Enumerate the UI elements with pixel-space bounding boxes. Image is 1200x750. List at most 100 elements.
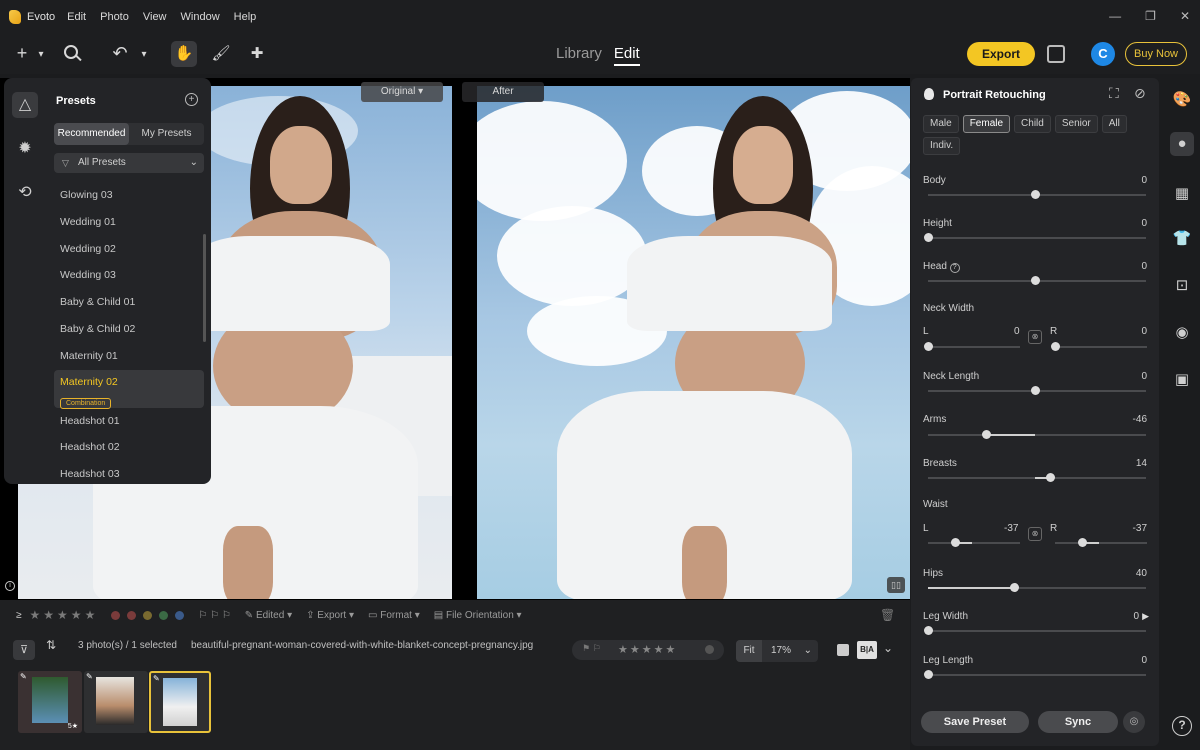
head-slider[interactable]	[928, 276, 1146, 285]
preset-item-wedding-03[interactable]: Wedding 03	[54, 262, 204, 289]
brush-icon[interactable]: 🖌	[211, 43, 231, 65]
share-icon[interactable]	[1047, 45, 1065, 63]
preset-item-headshot-01[interactable]: Headshot 01	[54, 408, 204, 435]
preset-item-headshot-02[interactable]: Headshot 02	[54, 434, 204, 461]
preset-item-baby-child-02[interactable]: Baby & Child 02	[54, 316, 204, 343]
history-clock-icon[interactable]: ⟲	[12, 180, 38, 206]
preset-item-maternity-01[interactable]: Maternity 01	[54, 343, 204, 370]
color-dot-icon[interactable]	[705, 645, 714, 654]
chip-child[interactable]: Child	[1014, 115, 1051, 133]
export-filter-dropdown[interactable]: ⇪ Export ▾	[306, 610, 354, 621]
chip-female[interactable]: Female	[962, 115, 1011, 133]
add-icon[interactable]: +	[12, 42, 32, 64]
hips-slider-knob[interactable]	[1010, 583, 1019, 592]
adjust-sun-icon[interactable]: ✹	[12, 136, 38, 162]
chip-senior[interactable]: Senior	[1054, 115, 1098, 133]
tab-edit[interactable]: Edit	[613, 45, 640, 66]
menu-view[interactable]: View	[143, 11, 167, 23]
height-slider-knob[interactable]	[924, 233, 933, 242]
buy-now-button[interactable]: Buy Now	[1125, 42, 1187, 66]
waist-l-knob[interactable]	[951, 538, 960, 547]
help-icon[interactable]: ?	[1172, 716, 1192, 736]
preset-item-wedding-01[interactable]: Wedding 01	[54, 209, 204, 236]
rating-filter-icon[interactable]: ≥	[16, 610, 22, 621]
compare-book-icon[interactable]: ▯▯	[887, 577, 905, 593]
height-slider[interactable]	[924, 233, 1146, 242]
palette-icon[interactable]: 🎨	[1172, 90, 1192, 110]
neck-width-l-knob[interactable]	[924, 342, 933, 351]
fit-button[interactable]: Fit	[736, 640, 762, 662]
after-photo[interactable]	[477, 86, 910, 599]
flag-icons[interactable]: ⚐ ⚐ ⚐	[198, 610, 230, 621]
watermark-icon[interactable]: ▣	[1172, 370, 1192, 390]
menu-help[interactable]: Help	[234, 11, 257, 23]
menu-edit[interactable]: Edit	[67, 11, 86, 23]
star-icon[interactable]: ★	[57, 608, 68, 622]
clothing-icon[interactable]: 👕	[1172, 229, 1192, 249]
flag-icons[interactable]: ⚑ ⚐	[582, 643, 601, 654]
leg-width-knob[interactable]	[924, 626, 933, 635]
star-icon[interactable]: ★	[71, 608, 82, 622]
minimize-button[interactable]: —	[1109, 9, 1121, 23]
hips-slider[interactable]	[928, 583, 1146, 592]
star-icon[interactable]: ★	[85, 608, 96, 622]
avatar[interactable]: C	[1091, 42, 1115, 66]
neck-width-l-slider[interactable]	[924, 342, 1020, 351]
color-label-red[interactable]	[111, 610, 121, 620]
sync-button[interactable]: Sync	[1038, 711, 1118, 733]
thumbnail-1[interactable]: ✎ 5★	[18, 671, 82, 733]
add-preset-icon[interactable]: +	[185, 93, 198, 106]
chip-male[interactable]: Male	[923, 115, 959, 133]
filter-icon[interactable]: ⊽	[13, 640, 35, 660]
preset-item-maternity-02[interactable]: Maternity 02 Combination	[54, 369, 204, 409]
format-filter-dropdown[interactable]: ▭ Format ▾	[368, 610, 420, 621]
edited-filter-dropdown[interactable]: ✎ Edited ▾	[245, 610, 292, 621]
help-circle-icon[interactable]: ?	[949, 263, 960, 273]
bandage-icon[interactable]: ✚	[247, 43, 267, 65]
quick-stars[interactable]: ★★★★★	[618, 643, 677, 656]
preset-filter-dropdown[interactable]: ▽ All Presets ⌄	[54, 153, 204, 173]
waist-r-knob[interactable]	[1078, 538, 1087, 547]
background-grid-icon[interactable]: ▦	[1172, 184, 1192, 204]
menu-photo[interactable]: Photo	[100, 11, 129, 23]
tab-library[interactable]: Library	[556, 45, 602, 66]
color-label-red-2[interactable]	[127, 610, 137, 620]
maximize-button[interactable]: ❐	[1145, 9, 1156, 23]
neck-length-knob[interactable]	[1031, 386, 1040, 395]
zoom-level[interactable]: 17%	[771, 640, 791, 662]
sync-settings-icon[interactable]: ◎	[1123, 711, 1145, 733]
neck-length-slider[interactable]	[928, 386, 1146, 395]
neck-width-r-slider[interactable]	[1051, 342, 1147, 351]
preset-item-baby-child-01[interactable]: Baby & Child 01	[54, 289, 204, 316]
crop-icon[interactable]: ⊡	[1172, 276, 1192, 296]
preset-list-scrollbar[interactable]	[203, 234, 206, 342]
star-icon[interactable]: ★	[30, 608, 41, 622]
close-button[interactable]: ✕	[1180, 9, 1190, 23]
leg-length-slider[interactable]	[924, 670, 1146, 679]
leg-width-slider[interactable]	[924, 626, 1146, 635]
breasts-slider[interactable]	[928, 473, 1146, 482]
preset-item-glowing-03[interactable]: Glowing 03	[54, 182, 204, 209]
waist-link-icon[interactable]: ⊗	[1028, 527, 1042, 541]
before-after-icon[interactable]: B|A	[857, 641, 877, 659]
body-slider[interactable]	[928, 190, 1146, 199]
trash-icon[interactable]: 🗑	[880, 608, 895, 622]
info-icon[interactable]: i	[5, 581, 15, 591]
head-slider-knob[interactable]	[1031, 276, 1040, 285]
tab-my-presets[interactable]: My Presets	[129, 123, 204, 145]
preset-item-wedding-02[interactable]: Wedding 02	[54, 236, 204, 263]
chevron-down-icon[interactable]: ⌄	[804, 640, 812, 662]
chevron-down-icon[interactable]: ▾	[35, 44, 47, 66]
preset-item-headshot-03[interactable]: Headshot 03	[54, 461, 204, 484]
waist-r-slider[interactable]	[1055, 538, 1147, 547]
single-view-icon[interactable]	[837, 644, 849, 656]
color-label-green[interactable]	[159, 610, 169, 620]
export-button[interactable]: Export	[967, 42, 1035, 66]
color-label-yellow[interactable]	[143, 610, 153, 620]
sort-icon[interactable]: ⇅	[46, 638, 56, 652]
before-view-dropdown[interactable]: Original ▾	[361, 82, 443, 102]
body-slider-knob[interactable]	[1031, 190, 1040, 199]
save-preset-button[interactable]: Save Preset	[921, 711, 1029, 733]
neck-width-link-icon[interactable]: ⊗	[1028, 330, 1042, 344]
face-detect-icon[interactable]: ⛶	[1109, 85, 1119, 102]
